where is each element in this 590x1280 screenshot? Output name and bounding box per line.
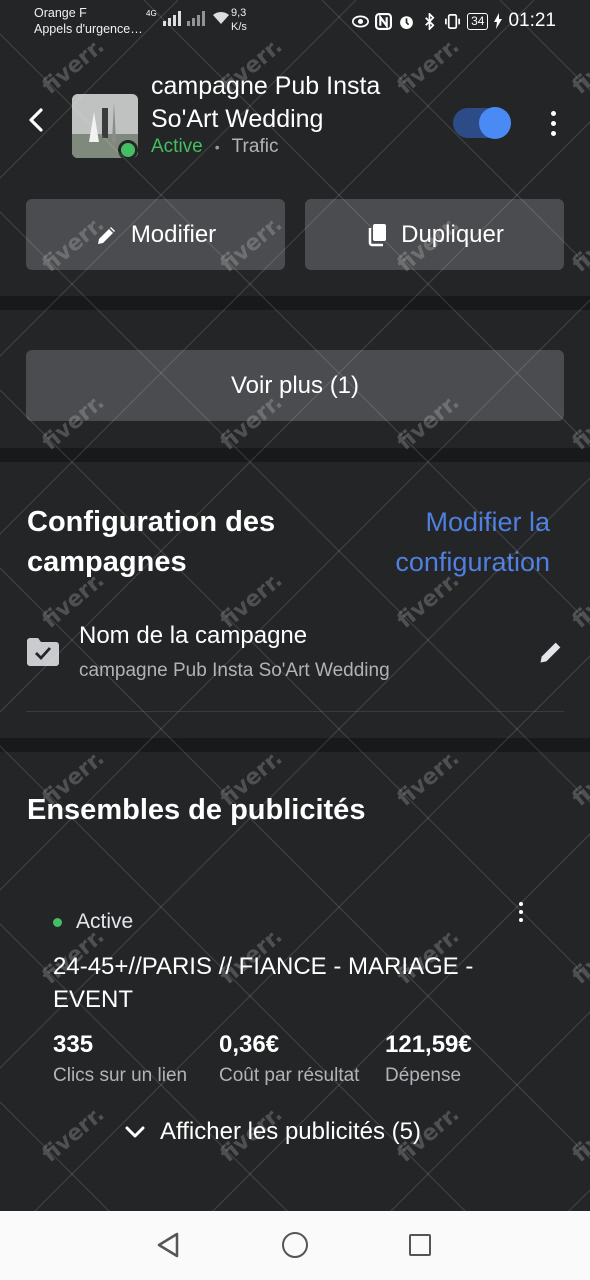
bluetooth-icon — [425, 12, 435, 30]
active-status-dot — [118, 140, 138, 160]
config-section-title: Configuration des campagnes — [27, 506, 276, 578]
metric-value: 121,59€ — [385, 1031, 472, 1058]
row-separator — [26, 711, 564, 712]
watermark-text: fiverr. — [568, 212, 590, 278]
watermark-text: fiverr. — [568, 390, 590, 456]
campaign-name-label: Nom de la campagne — [79, 622, 308, 649]
modify-button[interactable]: Modifier — [26, 199, 285, 270]
vibrate-icon — [445, 13, 461, 29]
section-divider — [0, 738, 590, 752]
carrier-name: Orange F — [34, 6, 87, 20]
edit-pencil-icon[interactable] — [537, 638, 565, 666]
back-button[interactable] — [20, 102, 52, 138]
charging-icon — [494, 13, 503, 29]
folder-check-icon — [27, 638, 59, 666]
clock: 01:21 — [508, 10, 556, 31]
carrier-info: Orange F Appels d'urgence… — [34, 5, 143, 37]
watermark-text: fiverr. — [568, 1102, 590, 1168]
campaign-header: campagne Pub Insta So'Art Wedding Active… — [0, 50, 590, 195]
nav-recents-icon[interactable] — [409, 1234, 431, 1256]
section-divider — [0, 296, 590, 310]
show-ads-button[interactable]: Afficher les publicités (5) — [124, 1118, 421, 1146]
chevron-left-icon — [29, 108, 43, 132]
system-navigation-bar — [0, 1211, 590, 1280]
see-more-label: Voir plus (1) — [230, 371, 360, 399]
campaign-toggle[interactable] — [453, 107, 511, 139]
adset-status-dot — [53, 918, 62, 927]
toggle-knob — [479, 107, 511, 139]
metric-label: Clics sur un lien — [53, 1065, 188, 1086]
network-tag: 4G — [146, 9, 157, 18]
metric-spend: 121,59€ Dépense — [385, 1030, 472, 1090]
more-options-button[interactable] — [540, 106, 566, 140]
modify-label: Modifier — [130, 220, 217, 248]
adset-status: Active — [76, 910, 134, 933]
metric-label: Coût par résultat — [219, 1065, 360, 1086]
status-icons: 34 01:21 — [352, 10, 556, 32]
adset-name: 24-45+//PARIS // FIANCE - MARIAGE - EVEN… — [53, 953, 474, 1013]
campaign-objective: Trafic — [231, 136, 279, 157]
metric-value: 0,36€ — [219, 1031, 280, 1058]
battery-icon: 34 — [467, 12, 489, 30]
signal-bars-icon — [162, 10, 181, 26]
wifi-icon — [212, 11, 229, 24]
metric-cost-per-result: 0,36€ Coût par résultat — [219, 1030, 359, 1090]
network-speed: 9,3 K/s — [231, 6, 247, 34]
adset-more-button[interactable] — [510, 898, 532, 926]
campaign-subtitle: Active • Trafic — [151, 136, 278, 158]
pencil-icon — [97, 226, 115, 244]
copy-icon — [368, 223, 387, 246]
watermark-text: fiverr. — [38, 1102, 110, 1168]
signal-indicators: 4G — [146, 10, 231, 26]
campaign-name-value: campagne Pub Insta So'Art Wedding — [79, 660, 390, 681]
nav-back-icon[interactable] — [155, 1231, 183, 1259]
campaign-status: Active — [151, 136, 203, 157]
metric-value: 335 — [53, 1031, 94, 1058]
speed-unit: K/s — [231, 21, 247, 33]
watermark-text: fiverr. — [568, 924, 590, 990]
duplicate-label: Dupliquer — [401, 220, 504, 248]
campaign-title: campagne Pub Insta So'Art Wedding — [151, 72, 381, 133]
eye-icon — [352, 15, 370, 27]
section-divider — [0, 448, 590, 462]
nfc-icon — [375, 12, 393, 30]
metric-clicks: 335 Clics sur un lien — [53, 1030, 187, 1090]
nav-home-icon[interactable] — [282, 1232, 308, 1258]
speed-value: 9,3 — [231, 7, 247, 19]
see-more-button[interactable]: Voir plus (1) — [26, 350, 564, 421]
show-ads-label: Afficher les publicités (5) — [160, 1118, 421, 1145]
metric-label: Dépense — [385, 1065, 462, 1086]
duplicate-button[interactable]: Dupliquer — [305, 199, 564, 270]
separator-dot: • — [214, 139, 220, 155]
watermark-text: fiverr. — [393, 746, 465, 812]
signal-bars-2-icon — [186, 10, 205, 26]
watermark-text: fiverr. — [568, 746, 590, 812]
edit-config-link[interactable]: Modifier la configuration — [350, 502, 550, 582]
watermark-text: fiverr. — [568, 568, 590, 634]
carrier-subtext: Appels d'urgence… — [34, 22, 143, 36]
alarm-icon — [400, 15, 413, 29]
chevron-down-icon — [125, 1126, 145, 1138]
adsets-section-title: Ensembles de publicités — [27, 794, 366, 826]
status-bar: Orange F Appels d'urgence… 4G 9,3 K/s 34… — [0, 0, 590, 50]
